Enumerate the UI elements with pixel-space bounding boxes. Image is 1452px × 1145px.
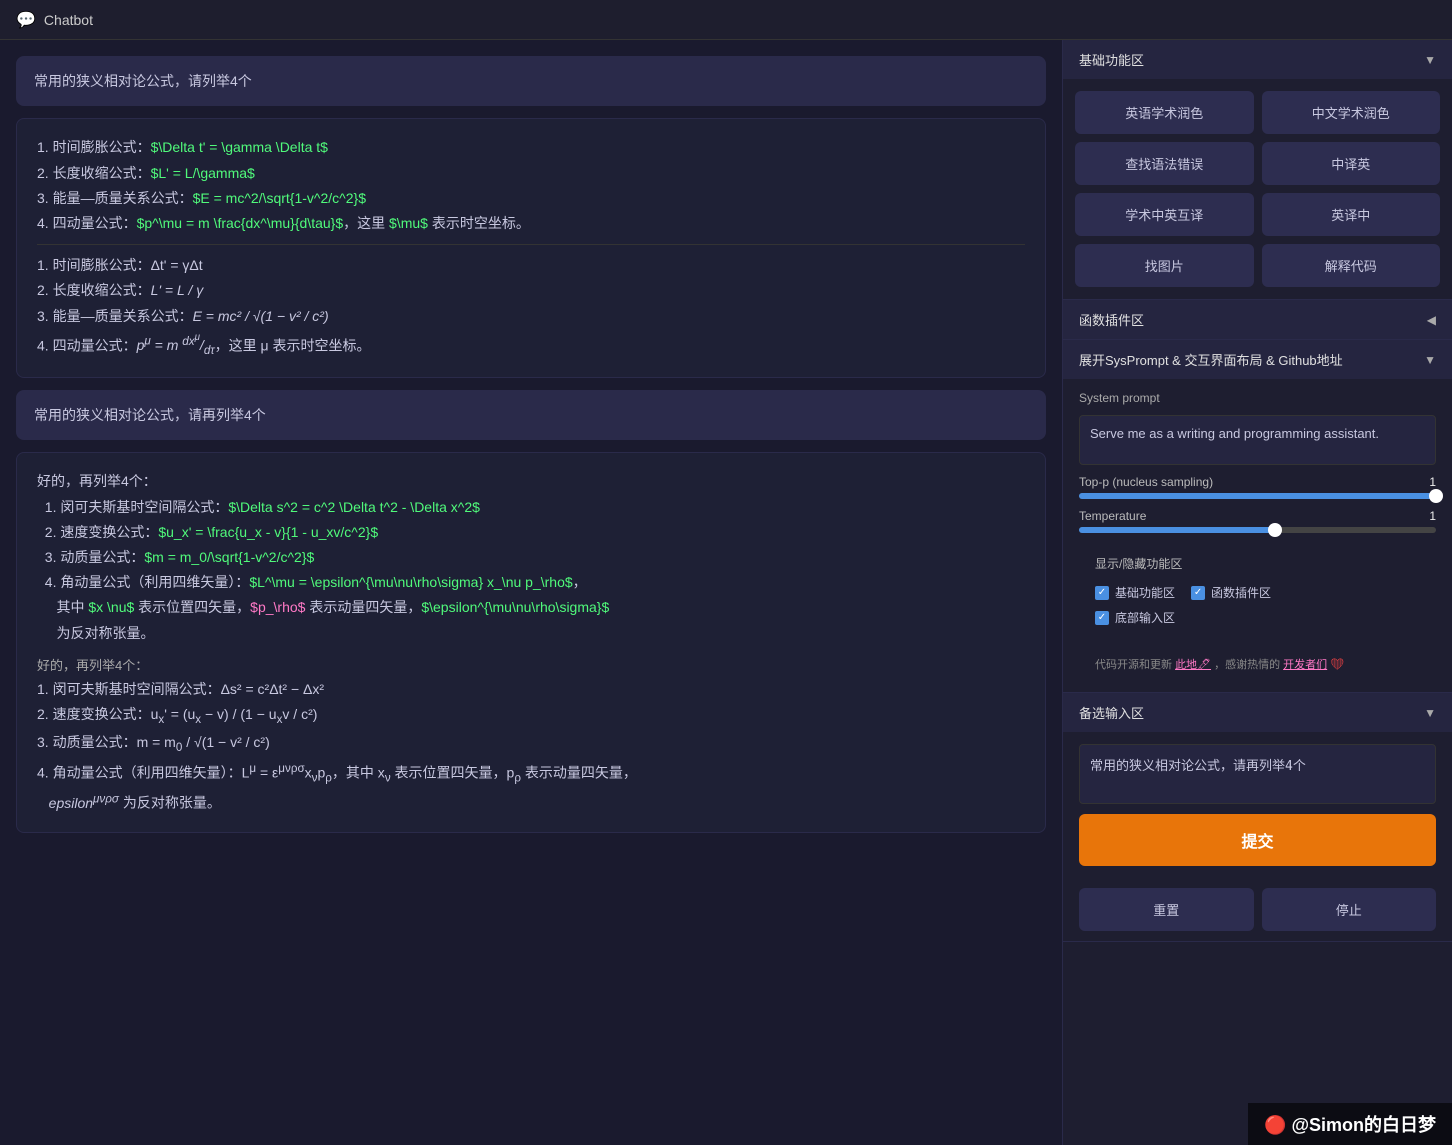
sysprompt-header[interactable]: 展开SysPrompt & 交互界面布局 & Github地址 ▼ xyxy=(1063,340,1452,379)
backup-input-section: 备选输入区 ▼ 常用的狭义相对论公式，请再列举4个 提交 重置 停止 xyxy=(1063,693,1452,942)
sysprompt-section: 展开SysPrompt & 交互界面布局 & Github地址 ▼ System… xyxy=(1063,340,1452,693)
watermark: 🔴 @Simon的白日梦 xyxy=(1248,1103,1452,1145)
assistant-content-rendered-2b: 1. 闵可夫斯基时空间隔公式：Δs² = c²Δt² − Δx² 2. 速度变换… xyxy=(37,677,1025,816)
visibility-label: 显示/隐藏功能区 xyxy=(1095,555,1420,572)
temperature-fill xyxy=(1079,527,1275,533)
source-line: 代码开源和更新 此地🖊 ，感谢热情的 开发者们 ❤ xyxy=(1079,648,1436,680)
basic-functions-arrow: ▼ xyxy=(1424,53,1436,67)
assistant-content-latex-1: 1. 时间膨胀公式：$\Delta t' = \gamma \Delta t$ … xyxy=(37,135,1025,236)
checkbox-bottom-input[interactable]: ✓ 底部输入区 xyxy=(1095,609,1175,626)
basic-functions-grid: 英语学术润色 中文学术润色 查找语法错误 中译英 学术中英互译 英译中 找图片 … xyxy=(1063,79,1452,299)
sidebar: 基础功能区 ▼ 英语学术润色 中文学术润色 查找语法错误 中译英 学术中英互译 … xyxy=(1062,40,1452,1145)
top-p-thumb xyxy=(1429,489,1443,503)
bottom-buttons: 重置 停止 xyxy=(1063,878,1452,941)
assistant-content-rendered-1: 1. 时间膨胀公式：Δt' = γΔt 2. 长度收缩公式：L' = L / γ… xyxy=(37,253,1025,361)
basic-functions-section: 基础功能区 ▼ 英语学术润色 中文学术润色 查找语法错误 中译英 学术中英互译 … xyxy=(1063,40,1452,300)
temperature-header: Temperature 1 xyxy=(1079,509,1436,523)
temperature-slider-row: Temperature 1 xyxy=(1079,509,1436,533)
btn-grammar-check[interactable]: 查找语法错误 xyxy=(1075,142,1254,185)
header: 💬 Chatbot xyxy=(0,0,1452,40)
sysprompt-header-title: 展开SysPrompt & 交互界面布局 & Github地址 xyxy=(1079,350,1343,369)
btn-find-image[interactable]: 找图片 xyxy=(1075,244,1254,287)
top-p-fill xyxy=(1079,493,1436,499)
checkbox-row-1: ✓ 基础功能区 ✓ 函数插件区 xyxy=(1095,584,1420,601)
sysprompt-arrow: ▼ xyxy=(1424,353,1436,367)
checkbox-row-2: ✓ 底部输入区 xyxy=(1095,609,1420,626)
sysprompt-content: System prompt Serve me as a writing and … xyxy=(1063,379,1452,692)
btn-explain-code[interactable]: 解释代码 xyxy=(1262,244,1441,287)
temperature-value: 1 xyxy=(1429,509,1436,523)
contributors-link[interactable]: 开发者们 xyxy=(1283,659,1327,671)
user-message-1: 常用的狭义相对论公式，请列举4个 xyxy=(16,56,1046,106)
temperature-thumb xyxy=(1268,523,1282,537)
top-p-header: Top-p (nucleus sampling) 1 xyxy=(1079,475,1436,489)
temperature-label: Temperature xyxy=(1079,509,1146,523)
submit-button[interactable]: 提交 xyxy=(1079,814,1436,866)
backup-section-content: 常用的狭义相对论公式，请再列举4个 提交 xyxy=(1063,732,1452,878)
stop-button[interactable]: 停止 xyxy=(1262,888,1437,931)
basic-functions-header[interactable]: 基础功能区 ▼ xyxy=(1063,40,1452,79)
checkbox-basic-label: 基础功能区 xyxy=(1115,584,1175,601)
checkbox-plugin[interactable]: ✓ 函数插件区 xyxy=(1191,584,1271,601)
assistant-message-2: 好的，再列举4个： 1. 闵可夫斯基时空间隔公式：$\Delta s^2 = c… xyxy=(16,452,1046,833)
visibility-section: 显示/隐藏功能区 ✓ 基础功能区 ✓ 函数插件区 ✓ xyxy=(1079,543,1436,638)
assistant-content-latex-2: 好的，再列举4个： 1. 闵可夫斯基时空间隔公式：$\Delta s^2 = c… xyxy=(37,469,1025,645)
weibo-icon: 🔴 xyxy=(1264,1115,1286,1135)
top-p-slider-row: Top-p (nucleus sampling) 1 xyxy=(1079,475,1436,499)
checkbox-bottom-input-label: 底部输入区 xyxy=(1115,609,1175,626)
backup-input-title: 备选输入区 xyxy=(1079,703,1144,722)
system-prompt-label: System prompt xyxy=(1079,391,1436,405)
btn-academic-translate[interactable]: 学术中英互译 xyxy=(1075,193,1254,236)
top-p-label: Top-p (nucleus sampling) xyxy=(1079,475,1213,489)
source-text-before: 代码开源和更新 xyxy=(1095,659,1172,671)
btn-english-polish[interactable]: 英语学术润色 xyxy=(1075,91,1254,134)
user-message-2: 常用的狭义相对论公式，请再列举4个 xyxy=(16,390,1046,440)
assistant-message-1: 1. 时间膨胀公式：$\Delta t' = \gamma \Delta t$ … xyxy=(16,118,1046,378)
plugin-section: 函数插件区 ◀ xyxy=(1063,300,1452,340)
top-p-track[interactable] xyxy=(1079,493,1436,499)
source-link[interactable]: 此地🖊 xyxy=(1175,659,1211,671)
system-prompt-value[interactable]: Serve me as a writing and programming as… xyxy=(1079,415,1436,465)
reset-button[interactable]: 重置 xyxy=(1079,888,1254,931)
watermark-text: @Simon的白日梦 xyxy=(1291,1115,1436,1135)
main-layout: 常用的狭义相对论公式，请列举4个 1. 时间膨胀公式：$\Delta t' = … xyxy=(0,40,1452,1145)
checkbox-basic-box: ✓ xyxy=(1095,586,1109,600)
checkbox-bottom-input-box: ✓ xyxy=(1095,611,1109,625)
checkbox-plugin-box: ✓ xyxy=(1191,586,1205,600)
plugin-section-title: 函数插件区 xyxy=(1079,310,1144,329)
checkbox-plugin-label: 函数插件区 xyxy=(1211,584,1271,601)
chat-icon: 💬 xyxy=(16,10,36,30)
heart-icon: ❤ xyxy=(1330,659,1344,671)
temperature-track[interactable] xyxy=(1079,527,1436,533)
chat-area: 常用的狭义相对论公式，请列举4个 1. 时间膨胀公式：$\Delta t' = … xyxy=(0,40,1062,1145)
checkbox-basic[interactable]: ✓ 基础功能区 xyxy=(1095,584,1175,601)
top-p-value: 1 xyxy=(1429,475,1436,489)
backup-input-arrow: ▼ xyxy=(1424,706,1436,720)
app-title: Chatbot xyxy=(44,12,93,28)
btn-en-to-zh[interactable]: 英译中 xyxy=(1262,193,1441,236)
backup-textarea[interactable]: 常用的狭义相对论公式，请再列举4个 xyxy=(1079,744,1436,804)
btn-chinese-polish[interactable]: 中文学术润色 xyxy=(1262,91,1441,134)
plugin-section-header[interactable]: 函数插件区 ◀ xyxy=(1063,300,1452,339)
btn-zh-to-en[interactable]: 中译英 xyxy=(1262,142,1441,185)
basic-functions-title: 基础功能区 xyxy=(1079,50,1144,69)
source-text-after: ，感谢热情的 xyxy=(1214,659,1280,671)
plugin-section-arrow: ◀ xyxy=(1427,313,1436,327)
backup-input-header[interactable]: 备选输入区 ▼ xyxy=(1063,693,1452,732)
assistant-content-rendered-2a: 好的，再列举4个： xyxy=(37,654,1025,677)
